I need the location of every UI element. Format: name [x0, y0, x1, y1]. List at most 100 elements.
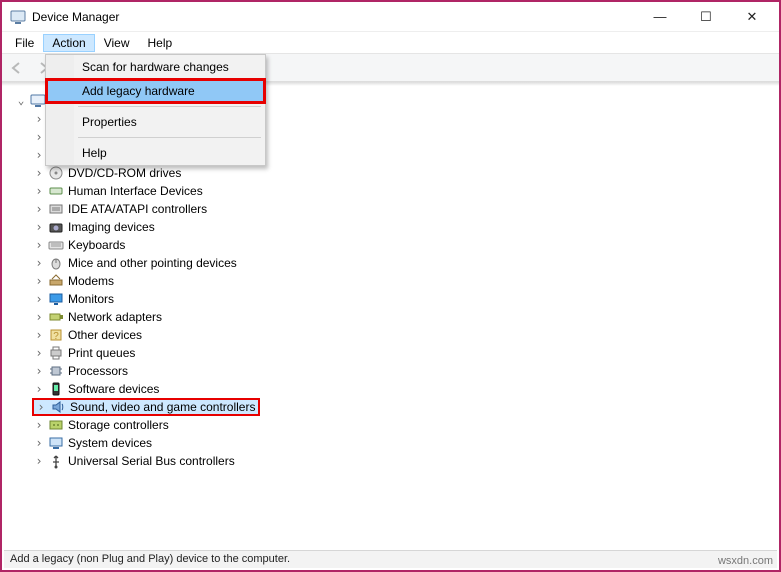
status-text: Add a legacy (non Plug and Play) device … — [10, 553, 290, 565]
expander-icon[interactable] — [32, 274, 46, 288]
expander-icon[interactable] — [32, 184, 46, 198]
tree-item-label: Network adapters — [68, 310, 162, 324]
expander-icon[interactable] — [32, 256, 46, 270]
tree-item-ide-ata[interactable]: IDE ATA/ATAPI controllers — [32, 200, 773, 218]
expander-icon[interactable] — [32, 310, 46, 324]
title-bar: Device Manager — ☐ ✕ — [2, 2, 779, 32]
expander-icon[interactable] — [32, 166, 46, 180]
expander-icon[interactable] — [34, 400, 48, 414]
expander-icon[interactable] — [32, 328, 46, 342]
tree-item-label: Sound, video and game controllers — [70, 400, 255, 414]
expander-icon[interactable] — [32, 382, 46, 396]
expander-icon[interactable] — [32, 238, 46, 252]
menu-action[interactable]: Action — [43, 34, 94, 52]
tree-item-storage-controllers[interactable]: Storage controllers — [32, 416, 773, 434]
system-device-icon — [48, 435, 64, 451]
tree-item-monitors[interactable]: Monitors — [32, 290, 773, 308]
expander-icon[interactable] — [32, 346, 46, 360]
tree-item-label: Software devices — [68, 382, 159, 396]
expander-icon[interactable] — [32, 418, 46, 432]
other-devices-icon: ? — [48, 327, 64, 343]
monitor-icon — [48, 291, 64, 307]
menu-item-label: Help — [82, 146, 107, 160]
menu-file[interactable]: File — [6, 34, 43, 52]
tree-item-label: System devices — [68, 436, 152, 450]
close-button[interactable]: ✕ — [729, 3, 775, 31]
printer-icon — [48, 345, 64, 361]
expander-icon[interactable] — [32, 292, 46, 306]
expander-icon[interactable] — [14, 95, 28, 108]
window-title: Device Manager — [32, 10, 637, 24]
tree-item-label: Print queues — [68, 346, 135, 360]
tree-item-print-queues[interactable]: Print queues — [32, 344, 773, 362]
cpu-icon — [48, 363, 64, 379]
tree-item-hid[interactable]: Human Interface Devices — [32, 182, 773, 200]
dropdown-separator — [78, 137, 261, 138]
menu-help[interactable]: Help — [139, 34, 182, 52]
tree-item-system-devices[interactable]: System devices — [32, 434, 773, 452]
status-bar: Add a legacy (non Plug and Play) device … — [4, 550, 777, 568]
ide-controller-icon — [48, 201, 64, 217]
tree-item-label: Monitors — [68, 292, 114, 306]
svg-text:?: ? — [53, 331, 59, 342]
minimize-button[interactable]: — — [637, 3, 683, 31]
tree-item-dvd-cdrom[interactable]: DVD/CD-ROM drives — [32, 164, 773, 182]
menu-item-properties[interactable]: Properties — [46, 110, 265, 134]
tree-item-label: Storage controllers — [68, 418, 169, 432]
tree-item-imaging[interactable]: Imaging devices — [32, 218, 773, 236]
watermark: wsxdn.com — [718, 555, 773, 567]
maximize-button[interactable]: ☐ — [683, 3, 729, 31]
tree-item-label: Imaging devices — [68, 220, 155, 234]
expander-icon[interactable] — [32, 436, 46, 450]
menu-view[interactable]: View — [95, 34, 139, 52]
tree-item-network[interactable]: Network adapters — [32, 308, 773, 326]
tree-item-label: Processors — [68, 364, 128, 378]
expander-icon[interactable] — [32, 454, 46, 468]
expander-icon[interactable] — [32, 148, 46, 162]
computer-icon — [30, 93, 46, 109]
tree-item-other[interactable]: ? Other devices — [32, 326, 773, 344]
software-device-icon — [48, 381, 64, 397]
expander-icon[interactable] — [32, 364, 46, 378]
camera-icon — [48, 219, 64, 235]
menu-bar: File Action View Help — [2, 32, 779, 54]
dropdown-separator — [78, 106, 261, 107]
storage-controller-icon — [48, 417, 64, 433]
optical-drive-icon — [48, 165, 64, 181]
menu-item-label: Scan for hardware changes — [82, 60, 229, 74]
tree-item-label: IDE ATA/ATAPI controllers — [68, 202, 207, 216]
tree-item-label: Modems — [68, 274, 114, 288]
speaker-icon — [50, 399, 66, 415]
tree-item-usb-controllers[interactable]: Universal Serial Bus controllers — [32, 452, 773, 470]
tree-item-label: Human Interface Devices — [68, 184, 203, 198]
expander-icon[interactable] — [32, 202, 46, 216]
menu-item-label: Properties — [82, 115, 137, 129]
tree-item-label: Mice and other pointing devices — [68, 256, 237, 270]
tree-item-label: Keyboards — [68, 238, 125, 252]
menu-item-label: Add legacy hardware — [82, 84, 195, 98]
keyboard-icon — [48, 237, 64, 253]
tree-item-keyboards[interactable]: Keyboards — [32, 236, 773, 254]
expander-icon[interactable] — [32, 220, 46, 234]
menu-item-scan-hardware[interactable]: Scan for hardware changes — [46, 55, 265, 79]
modem-icon — [48, 273, 64, 289]
tree-item-mice[interactable]: Mice and other pointing devices — [32, 254, 773, 272]
network-adapter-icon — [48, 309, 64, 325]
back-button[interactable] — [5, 56, 29, 80]
usb-icon — [48, 453, 64, 469]
mouse-icon — [48, 255, 64, 271]
action-dropdown-menu: Scan for hardware changes Add legacy har… — [45, 54, 266, 166]
tree-item-modems[interactable]: Modems — [32, 272, 773, 290]
tree-item-label: Universal Serial Bus controllers — [68, 454, 235, 468]
tree-item-processors[interactable]: Processors — [32, 362, 773, 380]
expander-icon[interactable] — [32, 130, 46, 144]
tree-item-sound-video-game[interactable]: Sound, video and game controllers — [32, 398, 260, 416]
tree-item-software-devices[interactable]: Software devices — [32, 380, 773, 398]
tree-item-label: Other devices — [68, 328, 142, 342]
hid-icon — [48, 183, 64, 199]
expander-icon[interactable] — [32, 112, 46, 126]
menu-item-add-legacy-hardware[interactable]: Add legacy hardware — [46, 79, 265, 103]
tree-item-label: DVD/CD-ROM drives — [68, 166, 181, 180]
app-icon — [10, 9, 26, 25]
menu-item-help[interactable]: Help — [46, 141, 265, 165]
